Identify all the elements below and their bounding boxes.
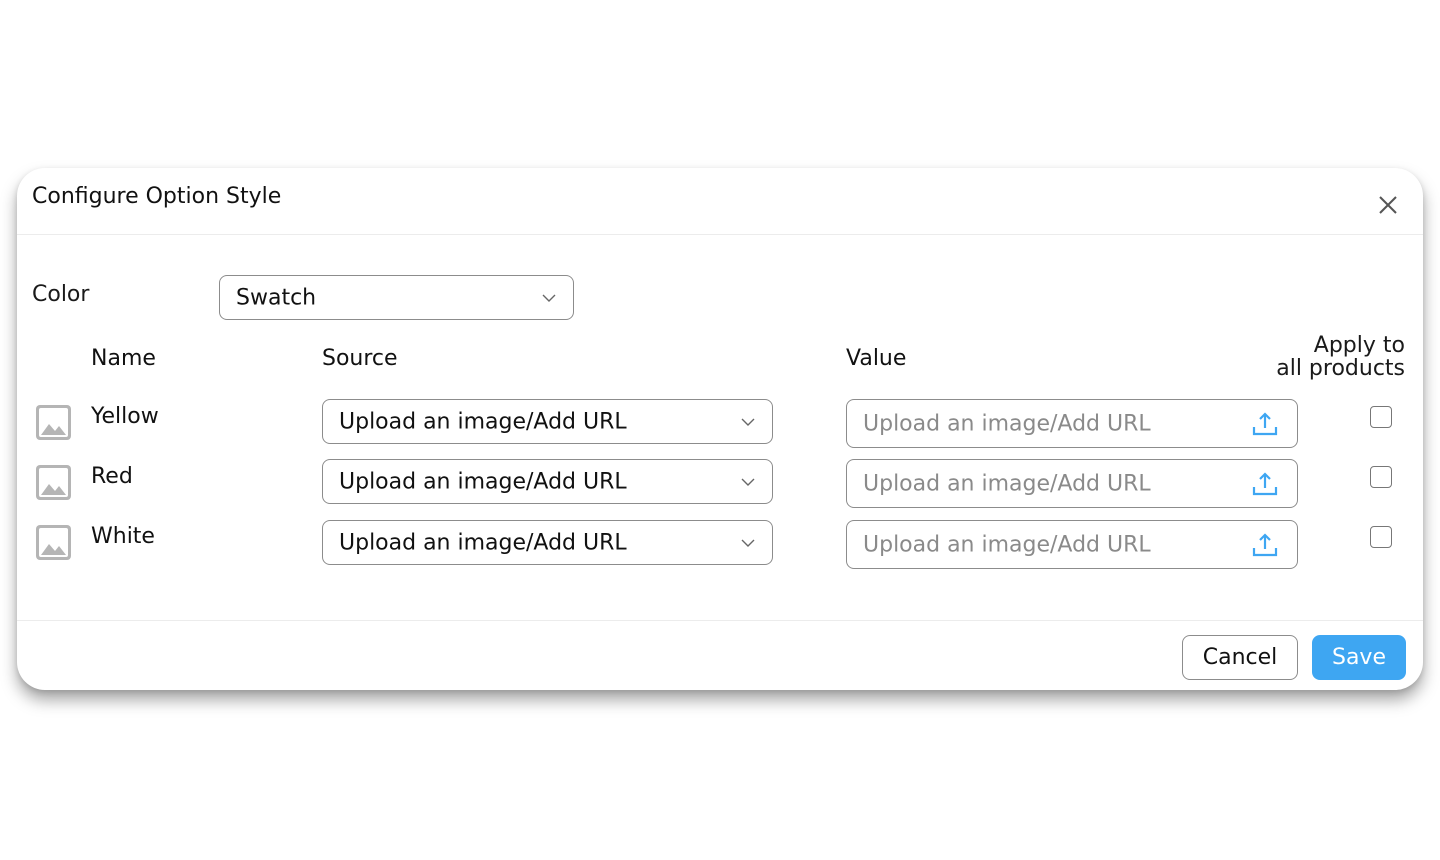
style-select-value: Swatch <box>236 285 317 310</box>
apply-header-line2: all products <box>1276 356 1405 381</box>
row-name: Red <box>91 464 133 489</box>
source-select-value: Upload an image/Add URL <box>339 409 627 434</box>
table-row: White Upload an image/Add URL Upload an … <box>17 520 1423 570</box>
image-placeholder-icon <box>36 465 71 500</box>
upload-icon[interactable] <box>1251 531 1279 559</box>
style-select[interactable]: Swatch <box>219 275 574 320</box>
cancel-button[interactable]: Cancel <box>1182 635 1298 680</box>
row-name: Yellow <box>91 404 159 429</box>
source-select-value: Upload an image/Add URL <box>339 530 627 555</box>
upload-icon[interactable] <box>1251 410 1279 438</box>
column-header-name: Name <box>91 346 156 371</box>
table-row: Yellow Upload an image/Add URL Upload an… <box>17 399 1423 449</box>
save-button[interactable]: Save <box>1312 635 1406 680</box>
table-row: Red Upload an image/Add URL Upload an im… <box>17 459 1423 509</box>
apply-to-all-checkbox[interactable] <box>1370 466 1392 488</box>
value-placeholder: Upload an image/Add URL <box>863 411 1151 436</box>
option-label: Color <box>32 282 90 307</box>
value-input[interactable]: Upload an image/Add URL <box>846 520 1298 569</box>
apply-to-all-checkbox[interactable] <box>1370 526 1392 548</box>
source-select[interactable]: Upload an image/Add URL <box>322 399 773 444</box>
dialog-title: Configure Option Style <box>32 184 282 209</box>
column-header-value: Value <box>846 346 907 371</box>
footer-divider <box>17 620 1423 621</box>
value-placeholder: Upload an image/Add URL <box>863 532 1151 557</box>
source-select[interactable]: Upload an image/Add URL <box>322 520 773 565</box>
chevron-down-icon <box>741 478 755 486</box>
chevron-down-icon <box>741 539 755 547</box>
column-header-source: Source <box>322 346 398 371</box>
configure-option-style-dialog: Configure Option Style Color Swatch Name… <box>17 168 1423 690</box>
source-select[interactable]: Upload an image/Add URL <box>322 459 773 504</box>
value-input[interactable]: Upload an image/Add URL <box>846 459 1298 508</box>
close-icon[interactable] <box>1375 192 1401 218</box>
image-placeholder-icon <box>36 405 71 440</box>
chevron-down-icon <box>542 294 556 302</box>
chevron-down-icon <box>741 418 755 426</box>
value-placeholder: Upload an image/Add URL <box>863 471 1151 496</box>
header-divider <box>17 234 1423 235</box>
image-placeholder-icon <box>36 525 71 560</box>
apply-header-line1: Apply to <box>1313 333 1405 358</box>
row-name: White <box>91 524 155 549</box>
source-select-value: Upload an image/Add URL <box>339 469 627 494</box>
upload-icon[interactable] <box>1251 470 1279 498</box>
value-input[interactable]: Upload an image/Add URL <box>846 399 1298 448</box>
column-header-apply-to-all: Apply to all products <box>1217 334 1405 380</box>
apply-to-all-checkbox[interactable] <box>1370 406 1392 428</box>
